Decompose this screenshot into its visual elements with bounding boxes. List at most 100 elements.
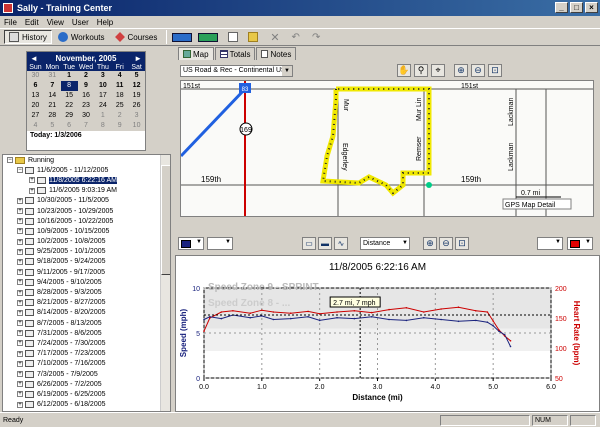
- prev-month-button[interactable]: ◄: [30, 54, 38, 63]
- x-axis-select[interactable]: Distance ▼: [360, 237, 410, 250]
- workouts-button[interactable]: Workouts: [54, 30, 109, 44]
- calendar-today[interactable]: Today: 1/3/2006: [27, 131, 145, 140]
- right-series-color-button[interactable]: ▼: [567, 237, 593, 250]
- calendar-day[interactable]: 4: [27, 121, 44, 131]
- tree-week[interactable]: +7/17/2005 - 7/23/2005: [5, 349, 170, 359]
- redo-icon[interactable]: ↷: [312, 32, 320, 43]
- tree-week[interactable]: +9/25/2005 - 10/1/2005: [5, 247, 170, 257]
- menu-user[interactable]: User: [72, 18, 89, 27]
- tree-week[interactable]: +10/23/2005 - 10/29/2005: [5, 206, 170, 216]
- tree-week[interactable]: +7/24/2005 - 7/30/2005: [5, 338, 170, 348]
- expand-icon[interactable]: +: [17, 371, 23, 378]
- tree-week[interactable]: +7/31/2005 - 8/6/2005: [5, 328, 170, 338]
- calendar-day[interactable]: 30: [78, 111, 95, 121]
- tab-totals[interactable]: Totals: [214, 47, 256, 60]
- delete-icon[interactable]: ✕: [270, 31, 279, 44]
- menu-file[interactable]: File: [4, 18, 17, 27]
- maximize-button[interactable]: □: [570, 2, 583, 13]
- expand-icon[interactable]: +: [17, 248, 23, 255]
- courses-button[interactable]: Courses: [111, 30, 162, 44]
- collapse-icon[interactable]: −: [17, 167, 23, 174]
- zoom-fit-button[interactable]: ⊡: [488, 64, 502, 77]
- right-axis-select[interactable]: ▼: [537, 237, 563, 250]
- calendar-day[interactable]: 10: [94, 81, 111, 91]
- expand-icon[interactable]: +: [17, 299, 23, 306]
- expand-icon[interactable]: +: [29, 187, 35, 194]
- left-axis-select[interactable]: ▼: [207, 237, 233, 250]
- calendar-day[interactable]: 25: [111, 101, 128, 111]
- calendar-day[interactable]: 22: [61, 101, 78, 111]
- expand-icon[interactable]: +: [17, 258, 23, 265]
- expand-icon[interactable]: +: [17, 330, 23, 337]
- calendar-day[interactable]: 26: [128, 101, 145, 111]
- tab-map[interactable]: Map: [178, 47, 214, 60]
- zoom-tool-button[interactable]: ⚲: [414, 64, 428, 77]
- expand-icon[interactable]: +: [17, 360, 23, 367]
- tree-week[interactable]: +9/11/2005 - 9/17/2005: [5, 267, 170, 277]
- pan-hand-button[interactable]: ✋: [397, 64, 411, 77]
- calendar-day[interactable]: 5: [128, 71, 145, 81]
- calendar-day[interactable]: 3: [94, 71, 111, 81]
- calendar-day[interactable]: 10: [128, 121, 145, 131]
- tree-week[interactable]: +6/12/2005 - 6/18/2005: [5, 400, 170, 410]
- tree-week[interactable]: +6/26/2005 - 7/2/2005: [5, 379, 170, 389]
- tree-week[interactable]: +8/14/2005 - 8/20/2005: [5, 308, 170, 318]
- map-canvas[interactable]: 83 169 159th 159th 151st 151st Mur Edger…: [181, 81, 594, 217]
- chart-zoom-out-button[interactable]: ⊖: [439, 237, 453, 250]
- tree-week[interactable]: +6/19/2005 - 6/25/2005: [5, 389, 170, 399]
- folder-icon[interactable]: [248, 32, 259, 42]
- chart-zoom-in-button[interactable]: ⊕: [423, 237, 437, 250]
- calendar-day[interactable]: 18: [111, 91, 128, 101]
- calendar-day[interactable]: 12: [128, 81, 145, 91]
- menu-view[interactable]: View: [47, 18, 64, 27]
- expand-icon[interactable]: +: [17, 320, 23, 327]
- send-to-device-icon[interactable]: [172, 32, 193, 42]
- calendar-day[interactable]: 6: [27, 81, 44, 91]
- calendar-day[interactable]: 9: [78, 81, 95, 91]
- tree-week[interactable]: − 11/6/2005 - 11/12/2005: [5, 165, 170, 175]
- collapse-icon[interactable]: −: [7, 157, 13, 164]
- calendar-day[interactable]: 17: [94, 91, 111, 101]
- zoom-out-button[interactable]: ⊖: [471, 64, 485, 77]
- expand-icon[interactable]: +: [17, 279, 23, 286]
- tree-week[interactable]: +10/16/2005 - 10/22/2005: [5, 216, 170, 226]
- calendar-day[interactable]: 8: [60, 81, 78, 91]
- tree-week[interactable]: +10/9/2005 - 10/15/2005: [5, 226, 170, 236]
- tree-week[interactable]: +7/10/2005 - 7/16/2005: [5, 359, 170, 369]
- tree-week[interactable]: +10/2/2005 - 10/8/2005: [5, 237, 170, 247]
- chart-smooth-button[interactable]: ∿: [334, 237, 348, 250]
- calendar-day[interactable]: 1: [61, 71, 78, 81]
- close-button[interactable]: ×: [585, 2, 598, 13]
- receive-from-device-icon[interactable]: [198, 32, 219, 42]
- calendar-day[interactable]: 7: [78, 121, 95, 131]
- expand-icon[interactable]: +: [17, 340, 23, 347]
- calendar-day[interactable]: 21: [44, 101, 61, 111]
- calendar-day[interactable]: 6: [61, 121, 78, 131]
- tree-week[interactable]: +8/21/2005 - 8/27/2005: [5, 298, 170, 308]
- expand-icon[interactable]: +: [17, 269, 23, 276]
- minimize-button[interactable]: _: [555, 2, 568, 13]
- map-view[interactable]: 83 169 159th 159th 151st 151st Mur Edger…: [180, 80, 594, 217]
- chart-type-line-button[interactable]: ▭: [302, 237, 316, 250]
- calendar-day[interactable]: 27: [27, 111, 44, 121]
- speed-heart-rate-chart[interactable]: 11/8/2005 6:22:16 AMSpeed Zone 9 - SPRIN…: [176, 256, 600, 412]
- tree-week[interactable]: +9/4/2005 - 9/10/2005: [5, 277, 170, 287]
- calendar-day[interactable]: 29: [61, 111, 78, 121]
- calendar-day[interactable]: 1: [94, 111, 111, 121]
- expand-icon[interactable]: +: [17, 289, 23, 296]
- calendar-day[interactable]: 11: [111, 81, 128, 91]
- calendar-day[interactable]: 19: [128, 91, 145, 101]
- menu-edit[interactable]: Edit: [25, 18, 39, 27]
- tab-notes[interactable]: Notes: [256, 47, 297, 60]
- calendar-day[interactable]: 28: [44, 111, 61, 121]
- calendar-day[interactable]: 3: [128, 111, 145, 121]
- menu-help[interactable]: Help: [97, 18, 113, 27]
- expand-icon[interactable]: +: [17, 208, 23, 215]
- tree-folder-running[interactable]: − Running: [5, 155, 170, 165]
- left-series-color-button[interactable]: ▼: [178, 237, 204, 250]
- chart-type-area-button[interactable]: ▬: [318, 237, 332, 250]
- calendar-day[interactable]: 8: [94, 121, 111, 131]
- expand-icon[interactable]: +: [29, 177, 35, 184]
- tree-week[interactable]: +9/18/2005 - 9/24/2005: [5, 257, 170, 267]
- tree-scrollbar[interactable]: [160, 155, 170, 411]
